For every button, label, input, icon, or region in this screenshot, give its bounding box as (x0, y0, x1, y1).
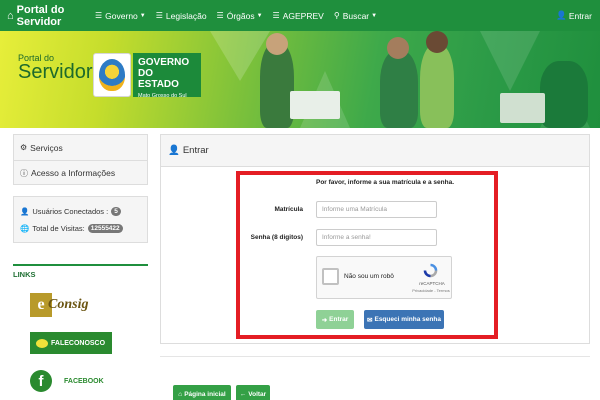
recaptcha-icon (423, 263, 438, 278)
facebook-icon: f (30, 370, 52, 392)
gov-line-1: GOVERNO (138, 57, 190, 68)
nav-label: Buscar (342, 10, 370, 21)
top-navbar: ⌂ Portal do Servidor ☰ Governo ▼ ☰ Legis… (0, 0, 600, 31)
sidebar-item-acesso-informacoes[interactable]: ⓘ Acesso a Informações (14, 160, 147, 185)
fale-conosco-link[interactable]: FALECONOSCO (30, 332, 112, 354)
facebook-link[interactable]: f FACEBOOK (30, 366, 112, 396)
person-head (387, 37, 409, 59)
user-icon: 👤 (20, 207, 30, 216)
caret-down-icon: ▼ (256, 12, 263, 19)
nav-label: Legislação (165, 10, 207, 21)
header-banner: Portal do Servidor GOVERNO DO ESTADO Mat… (0, 31, 600, 128)
brand-link[interactable]: ⌂ Portal do Servidor (0, 4, 90, 28)
banner-photo (230, 31, 600, 128)
person-figure (420, 45, 454, 128)
home-page-label: Página inicial (184, 391, 226, 398)
nav-item-governo[interactable]: ☰ Governo ▼ (90, 0, 151, 31)
sidebar-item-label: Acesso a Informações (31, 168, 116, 178)
users-count-badge: 5 (111, 207, 121, 216)
matricula-input[interactable] (316, 201, 437, 218)
recaptcha-links[interactable]: Privacidade - Termos (411, 288, 451, 293)
gov-line-2: DO ESTADO (138, 68, 179, 90)
nav-item-legislacao[interactable]: ☰ Legislação (151, 0, 212, 31)
search-icon: ⚲ (333, 11, 340, 20)
login-instructions: Por favor, informe a sua matrícula e a s… (316, 179, 454, 186)
econsig-logo-text: Consig (48, 297, 89, 312)
info-icon: ⓘ (20, 168, 28, 178)
list-icon: ☰ (95, 11, 103, 20)
login-icon: ➜ (321, 316, 328, 324)
servidor-text: Servidor (18, 61, 93, 83)
nav-label: Órgãos (226, 10, 255, 21)
person-figure (260, 43, 294, 128)
arrow-left-icon: ← (239, 391, 247, 398)
speech-bubble-icon (36, 338, 48, 348)
nav-login-link[interactable]: 👤 Entrar (556, 0, 592, 31)
recaptcha-label: Não sou um robô (344, 273, 394, 280)
stat-label: Usuários Conectados : (32, 207, 109, 216)
caret-down-icon: ▼ (371, 12, 378, 19)
panel-header: 👤 Entrar (161, 135, 589, 167)
back-label: Voltar (248, 391, 267, 398)
laptop-image (290, 91, 340, 119)
econsig-link[interactable]: e Consig (30, 293, 110, 317)
recaptcha-checkbox[interactable] (322, 268, 339, 285)
matricula-label: Matrícula (274, 206, 303, 213)
nav-label: AGEPREV (282, 10, 324, 21)
forgot-password-label: Esqueci minha senha (374, 316, 441, 323)
list-icon: ☰ (155, 11, 163, 20)
senha-label: Senha (8 digitos) (250, 234, 303, 241)
entrar-button-label: Entrar (329, 316, 349, 323)
stat-users-connected: 👤 Usuários Conectados : 5 (20, 203, 147, 220)
back-button[interactable]: ← Voltar (236, 385, 270, 400)
home-icon: ⌂ (7, 9, 14, 22)
nav-item-buscar[interactable]: ⚲ Buscar ▼ (329, 0, 382, 31)
list-icon: ☰ (272, 11, 280, 20)
state-seal-icon (93, 53, 131, 97)
visitor-stats: 👤 Usuários Conectados : 5 🌐 Total de Vis… (13, 196, 148, 243)
sidebar-item-label: Serviços (30, 142, 63, 153)
person-figure (540, 61, 588, 128)
home-page-button[interactable]: ⌂ Página inicial (173, 385, 231, 400)
gov-subtitle: Mato Grosso do Sul (138, 93, 187, 99)
panel-title: Entrar (182, 145, 209, 156)
sidebar-menu: ⚙ Serviços ⓘ Acesso a Informações (13, 134, 148, 185)
list-icon: ☰ (216, 11, 224, 20)
entrar-button[interactable]: ➜ Entrar (316, 310, 354, 329)
recaptcha-widget: Não sou um robô reCAPTCHA Privacidade - … (316, 256, 452, 299)
fale-conosco-label: FALECONOSCO (51, 339, 106, 347)
stat-label: Total de Visitas: (32, 224, 85, 233)
nav-item-ageprev[interactable]: ☰ AGEPREV (268, 0, 329, 31)
stat-total-visits: 🌐 Total de Visitas: 12555422 (20, 220, 147, 237)
nav-item-orgaos[interactable]: ☰ Órgãos ▼ (212, 0, 268, 31)
sidebar-item-servicos[interactable]: ⚙ Serviços (14, 135, 147, 160)
facebook-label: FACEBOOK (64, 377, 104, 385)
portal-servidor-logo[interactable]: Portal do Servidor (18, 53, 92, 84)
nav-label: Governo (105, 10, 138, 21)
person-head (266, 33, 288, 55)
gear-icon: ⚙ (20, 143, 28, 152)
laptop-image (500, 93, 545, 123)
home-icon: ⌂ (178, 391, 183, 398)
visits-count-badge: 12555422 (87, 224, 123, 233)
envelope-icon: ✉ (367, 316, 373, 324)
person-figure (380, 51, 418, 128)
user-icon: 👤 (556, 10, 567, 20)
links-heading: LINKS (13, 270, 36, 279)
government-logo: GOVERNO DO ESTADO Mato Grosso do Sul (133, 53, 201, 99)
nav-login-label: Entrar (568, 10, 592, 21)
globe-icon: 🌐 (20, 224, 30, 233)
user-icon: 👤 (168, 145, 180, 156)
content-divider (160, 356, 590, 357)
brand-label: Portal do Servidor (16, 3, 65, 28)
forgot-password-button[interactable]: ✉ Esqueci minha senha (364, 310, 444, 329)
person-head (426, 31, 448, 53)
links-divider (13, 264, 148, 266)
senha-input[interactable] (316, 229, 437, 246)
caret-down-icon: ▼ (139, 12, 146, 19)
recaptcha-brand: reCAPTCHA (419, 281, 445, 286)
